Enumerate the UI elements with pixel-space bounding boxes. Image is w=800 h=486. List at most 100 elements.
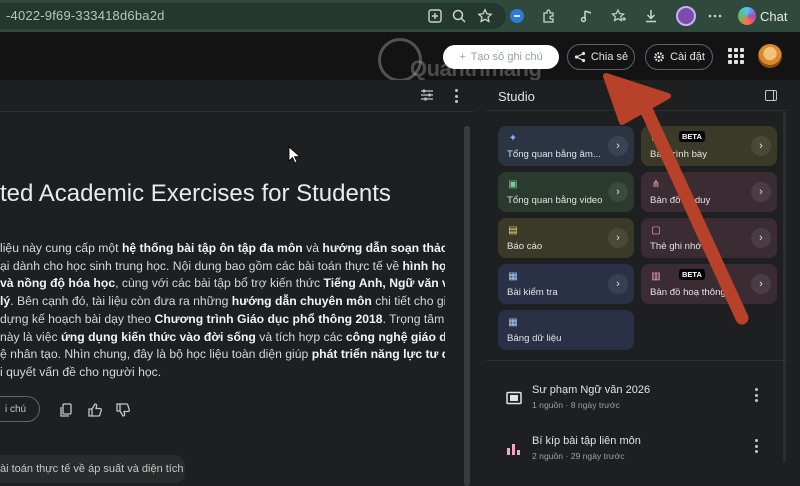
infographic-note-icon — [507, 444, 520, 455]
studio-tool-card[interactable]: ▦ Bài kiểm tra › — [498, 264, 634, 304]
zoom-icon[interactable] — [450, 7, 468, 25]
audio-overview-icon: ✦ — [508, 132, 518, 144]
browser-profile-icon[interactable] — [676, 6, 696, 26]
note-more-icon[interactable] — [754, 388, 758, 402]
suggestion-label: ài toán thực tế về áp suất và diện tích — [0, 463, 184, 475]
summary-bold-text: hướng dẫn soạn thảo — [322, 241, 445, 255]
gear-icon — [654, 52, 664, 62]
studio-tool-card[interactable]: ▥ BETA Bản đồ hoạ thông ... › — [641, 264, 777, 304]
chevron-right-icon[interactable]: › — [751, 274, 771, 294]
summary-text: ệ nhân tạo. Nhìn chung, đây là bộ học li… — [0, 347, 312, 362]
summary-line: ệ nhân tạo. Nhìn chung, đây là bộ học li… — [0, 346, 445, 364]
summary-bold-text: Chương trình Giáo dục phổ thông 2018 — [154, 311, 383, 326]
bookmark-star-icon[interactable] — [476, 7, 494, 25]
note-meta: 1 nguồn · 8 ngày trước — [532, 400, 620, 410]
slides-note-icon — [506, 391, 522, 405]
favorites-icon[interactable] — [610, 7, 628, 25]
chevron-right-icon[interactable]: › — [751, 136, 771, 156]
summary-line: i quyết vấn đề cho người học. — [0, 364, 445, 382]
chevron-right-icon[interactable]: › — [608, 228, 628, 248]
install-app-icon[interactable] — [426, 7, 444, 25]
copilot-chat-button[interactable]: Chat — [738, 5, 787, 27]
note-meta: 2 nguồn · 29 ngày trước — [532, 451, 625, 461]
chevron-right-icon[interactable]: › — [608, 136, 628, 156]
summary-text: này là việc — [0, 329, 61, 344]
create-note-label: Tạo số ghi chú — [470, 51, 543, 63]
note-title: Sư phạm Ngữ văn 2026 — [532, 384, 651, 396]
create-note-button[interactable]: + Tạo số ghi chú — [443, 45, 559, 69]
note-item[interactable]: Sư phạm Ngữ văn 2026 1 nguồn · 8 ngày tr… — [498, 381, 778, 421]
media-control-icon[interactable] — [578, 7, 596, 25]
summary-bold-text: và nồng độ hóa học — [0, 276, 116, 291]
summary-bold-text: hướng dẫn chuyên môn — [231, 294, 372, 309]
thumbs-up-icon[interactable] — [87, 402, 103, 418]
studio-tool-label: Bản đồ tư duy — [650, 195, 711, 206]
studio-tool-card[interactable]: ▢ Thẻ ghi nhớ › — [641, 218, 777, 258]
summary-bold-text: ứng dụng kiến thức vào đời sống — [60, 329, 256, 344]
note-item[interactable]: Bí kíp bài tập liên môn 2 nguồn · 29 ngà… — [498, 432, 778, 472]
document-summary: liệu này cung cấp một hệ thống bài tập ô… — [0, 240, 445, 382]
extensions-puzzle-icon[interactable] — [540, 7, 558, 25]
copilot-icon — [738, 7, 756, 25]
chat-more-icon[interactable] — [454, 89, 458, 103]
share-icon — [574, 51, 585, 63]
studio-tool-card[interactable]: ⋔ Bản đồ tư duy › — [641, 172, 777, 212]
studio-tool-label: Tổng quan bằng video — [507, 195, 603, 206]
share-label: Chia sẻ — [590, 51, 629, 63]
save-note-label: i chú — [5, 403, 27, 415]
summary-text: chi tiết cho giáo — [375, 294, 445, 309]
save-to-note-button[interactable]: i chú — [0, 396, 40, 422]
studio-scrollbar[interactable] — [783, 112, 786, 462]
flashcards-icon: ▢ — [651, 224, 661, 236]
summary-line: và nồng độ hóa học, cùng với các bài tập… — [0, 275, 445, 293]
extension-shield-icon[interactable] — [508, 7, 526, 25]
note-title: Bí kíp bài tập liên môn — [532, 435, 641, 447]
mouse-cursor-icon — [288, 146, 302, 164]
summary-bold-text: hệ thống bài tập ôn tập đa môn — [121, 241, 303, 255]
studio-tool-label: Báo cáo — [507, 241, 543, 252]
chat-label: Chat — [760, 8, 788, 24]
studio-tool-card[interactable]: ▣ Tổng quan bằng video › — [498, 172, 634, 212]
settings-label: Cài đặt — [670, 51, 705, 63]
plus-icon: + — [459, 51, 466, 63]
studio-tool-card[interactable]: ✦ Tổng quan bằng âm... › — [498, 126, 634, 166]
avatar[interactable] — [758, 44, 782, 68]
more-menu-icon[interactable] — [706, 7, 724, 25]
studio-tool-card[interactable]: ▤ Báo cáo › — [498, 218, 634, 258]
studio-tool-label: Bản đồ hoạ thông ... — [650, 287, 737, 298]
summary-text: , cùng với các bài tập bổ trợ kiến thức — [115, 276, 324, 291]
summary-text: . Bên cạnh đó, tài liệu còn đưa ra những — [10, 294, 232, 309]
chat-scrollbar[interactable] — [464, 126, 470, 486]
tune-icon[interactable] — [420, 88, 434, 102]
summary-text: và — [302, 241, 323, 255]
divider — [486, 110, 788, 111]
beta-badge: BETA — [679, 131, 705, 142]
summary-bold-text: Tiếng Anh, Ngữ văn và — [323, 276, 445, 291]
summary-text: i quyết vấn đề cho người học. — [0, 364, 162, 379]
note-more-icon[interactable] — [754, 439, 758, 453]
chevron-right-icon[interactable]: › — [751, 182, 771, 202]
summary-line: liệu này cung cấp một hệ thống bài tập ô… — [0, 240, 445, 258]
thumbs-down-icon[interactable] — [115, 402, 131, 418]
summary-line: này là việc ứng dụng kiến thức vào đời s… — [0, 329, 445, 347]
summary-line: ại dành cho học sinh trung học. Nội dung… — [0, 258, 445, 276]
summary-text: liệu này cung cấp một — [0, 241, 122, 255]
mind-map-icon: ⋔ — [651, 178, 661, 190]
chevron-right-icon[interactable]: › — [751, 228, 771, 248]
report-icon: ▤ — [508, 224, 518, 236]
chevron-right-icon[interactable]: › — [608, 182, 628, 202]
url-text: -4022-9f69-333418d6ba2d — [6, 8, 165, 23]
suggested-question-chip[interactable]: ài toán thực tế về áp suất và diện tích — [0, 455, 185, 483]
collapse-panel-icon[interactable] — [765, 90, 777, 101]
apps-grid-icon[interactable] — [728, 48, 744, 64]
copy-icon[interactable] — [58, 402, 74, 418]
chat-toolbar — [0, 80, 474, 112]
summary-bold-text: lý — [0, 294, 11, 309]
studio-tool-card[interactable]: ▭ BETA Bản trình bày › — [641, 126, 777, 166]
summary-text: và tích hợp các — [255, 329, 346, 344]
chevron-right-icon[interactable]: › — [608, 274, 628, 294]
share-button[interactable]: Chia sẻ — [567, 44, 635, 70]
download-icon[interactable] — [642, 7, 660, 25]
studio-tool-card[interactable]: ▦ Bảng dữ liệu — [498, 310, 634, 350]
settings-button[interactable]: Cài đặt — [645, 44, 713, 70]
